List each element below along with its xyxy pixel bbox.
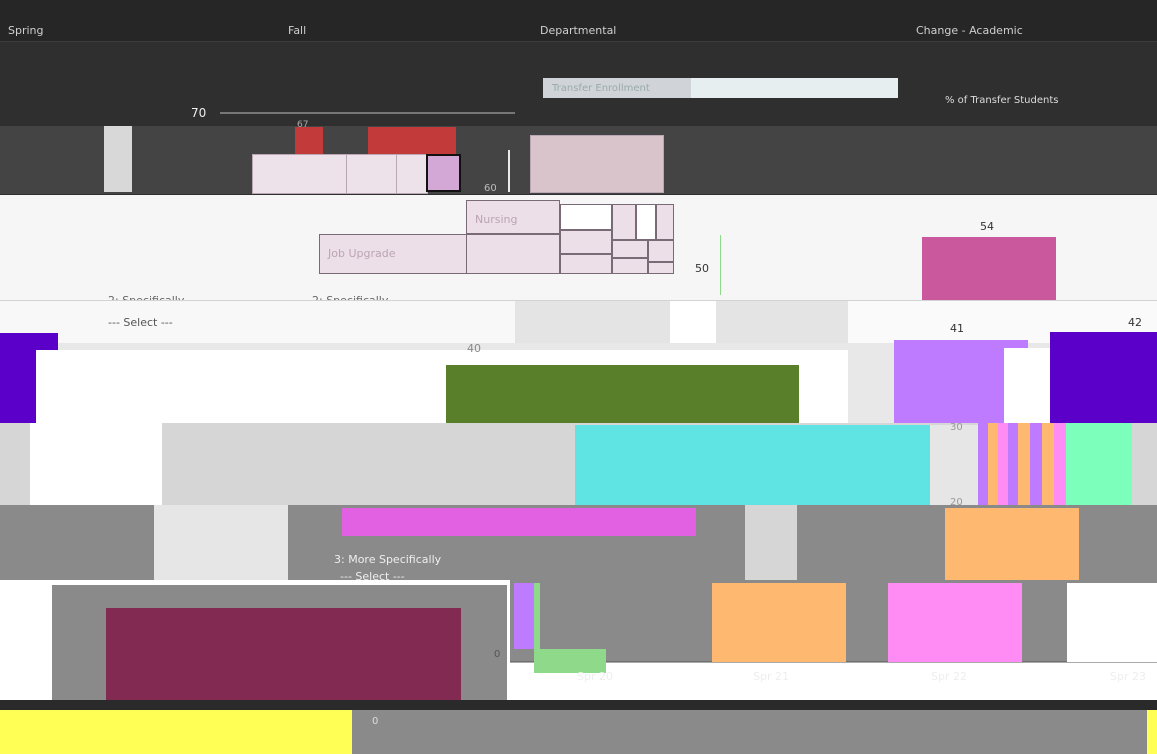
treemap-cell[interactable] bbox=[648, 240, 674, 262]
bar-cyan bbox=[575, 425, 930, 505]
treemap-label-nursing: Nursing bbox=[475, 213, 518, 226]
top-toolbar: Spring Fall Departmental Change - Academ… bbox=[0, 0, 1157, 42]
data-label-54: 54 bbox=[980, 220, 994, 233]
lower-chart: 0 Spr 20 Spr 21 Spr 22 Spr 23 bbox=[494, 580, 1157, 683]
stripe bbox=[1030, 423, 1042, 505]
gray-block bbox=[104, 126, 132, 192]
data-label-42: 42 bbox=[1128, 316, 1142, 329]
bar-orange-spr21 bbox=[712, 583, 846, 662]
x-tick-spr22: Spr 22 bbox=[931, 670, 967, 683]
stripe bbox=[988, 423, 998, 505]
treemap-cell[interactable] bbox=[560, 230, 612, 254]
gray-box bbox=[745, 505, 797, 580]
divider bbox=[346, 154, 347, 194]
white-box bbox=[1004, 348, 1050, 423]
bar-indigo bbox=[1050, 332, 1157, 423]
bar-olive bbox=[446, 365, 799, 423]
gray-box bbox=[154, 505, 288, 580]
bar-pink-spr22 bbox=[888, 583, 1022, 662]
tab-fall[interactable]: Fall bbox=[288, 24, 306, 37]
stripe-mint bbox=[1098, 423, 1132, 505]
filter-3-label: 3: More Specifically bbox=[334, 553, 442, 566]
bottom-divider bbox=[0, 700, 1157, 710]
bar-white-spr23 bbox=[1067, 583, 1157, 662]
x-tick-spr20: Spr 20 bbox=[577, 670, 613, 683]
data-label-41: 41 bbox=[950, 322, 964, 335]
filter-2-select[interactable]: --- Select --- bbox=[108, 316, 173, 329]
legend-tab-label: Transfer Enrollment bbox=[552, 83, 650, 94]
x-tick-spr21: Spr 21 bbox=[753, 670, 789, 683]
treemap-label-job-upgrade: Job Upgrade bbox=[328, 247, 396, 260]
treemap-cell[interactable] bbox=[648, 262, 674, 274]
tick-label-60: 60 bbox=[484, 183, 497, 194]
tab-departmental[interactable]: Departmental bbox=[540, 24, 616, 37]
gray-box bbox=[930, 425, 978, 505]
stripe bbox=[978, 423, 988, 505]
treemap-cell[interactable] bbox=[636, 204, 656, 240]
footer-zero-label: 0 bbox=[372, 716, 379, 727]
gray-footer bbox=[352, 710, 1147, 754]
divider bbox=[396, 154, 397, 194]
gray-box bbox=[716, 301, 848, 343]
treemap-cell[interactable] bbox=[612, 240, 648, 258]
treemap-cell-job-upgrade[interactable]: Job Upgrade bbox=[319, 234, 467, 274]
bar-yellow bbox=[0, 710, 352, 754]
tab-change-academic[interactable]: Change - Academic bbox=[916, 24, 1023, 37]
tick-label-50: 50 bbox=[695, 262, 709, 275]
bar-pink bbox=[922, 237, 1056, 300]
stripe bbox=[1008, 423, 1018, 505]
stripe bbox=[998, 423, 1008, 505]
stripe bbox=[1018, 423, 1030, 505]
bar-yellow-right bbox=[1147, 710, 1157, 754]
tab-spring[interactable]: Spring bbox=[8, 24, 44, 37]
treemap-cell-nursing[interactable]: Nursing bbox=[466, 200, 560, 234]
tick-label-70: 70 bbox=[191, 106, 206, 120]
treemap-cell[interactable] bbox=[656, 204, 674, 240]
treemap-cell[interactable] bbox=[560, 204, 612, 230]
bar-maroon bbox=[106, 608, 461, 700]
stripe bbox=[1042, 423, 1054, 505]
tick-label-0: 0 bbox=[494, 649, 500, 660]
bar-orange bbox=[945, 508, 1079, 580]
treemap-cell[interactable] bbox=[560, 254, 612, 274]
lavender-box bbox=[252, 154, 428, 194]
treemap-cell[interactable] bbox=[612, 204, 636, 240]
axis-line bbox=[720, 235, 721, 295]
gray-box bbox=[515, 301, 670, 343]
data-label-67: 67 bbox=[297, 120, 308, 130]
pink-box bbox=[530, 135, 664, 193]
thin-bar bbox=[508, 150, 510, 192]
bar-magenta bbox=[342, 508, 696, 536]
violet-box[interactable] bbox=[426, 154, 461, 192]
x-tick-spr23: Spr 23 bbox=[1110, 670, 1146, 683]
stripe bbox=[1054, 423, 1066, 505]
filter-row bbox=[0, 301, 515, 343]
tick-label-30: 30 bbox=[950, 422, 963, 433]
white-box bbox=[670, 301, 716, 343]
tick-label-40: 40 bbox=[467, 342, 481, 355]
treemap-cell[interactable] bbox=[612, 258, 648, 274]
side-note: % of Transfer Students bbox=[945, 95, 1059, 106]
stripe-mint bbox=[1066, 423, 1098, 505]
white-box bbox=[30, 423, 162, 505]
treemap-cell[interactable] bbox=[466, 234, 560, 274]
bar-gap bbox=[540, 583, 606, 649]
